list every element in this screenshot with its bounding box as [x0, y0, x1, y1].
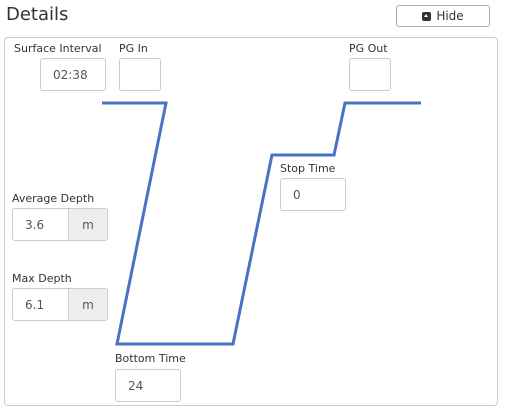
dive-profile-line: [102, 101, 421, 346]
bottom-time-label: Bottom Time: [115, 352, 186, 365]
average-depth-input[interactable]: 3.6: [13, 209, 68, 240]
max-depth-label: Max Depth: [12, 272, 72, 285]
average-depth-label: Average Depth: [12, 192, 95, 205]
average-depth-field: 3.6 m: [12, 208, 108, 241]
pg-out-label: PG Out: [349, 42, 388, 55]
stop-time-label: Stop Time: [280, 162, 336, 175]
max-depth-input[interactable]: 6.1: [13, 289, 68, 320]
pg-in-label: PG In: [119, 42, 148, 55]
max-depth-field: 6.1 m: [12, 288, 108, 321]
bottom-time-input[interactable]: 24: [115, 369, 181, 402]
surface-interval-label: Surface Interval: [14, 42, 102, 55]
pg-out-input[interactable]: [349, 58, 391, 91]
surface-interval-input[interactable]: 02:38: [40, 58, 106, 91]
average-depth-unit: m: [68, 209, 107, 240]
pg-in-input[interactable]: [119, 58, 161, 91]
max-depth-unit: m: [68, 289, 107, 320]
stop-time-input[interactable]: 0: [280, 178, 346, 211]
